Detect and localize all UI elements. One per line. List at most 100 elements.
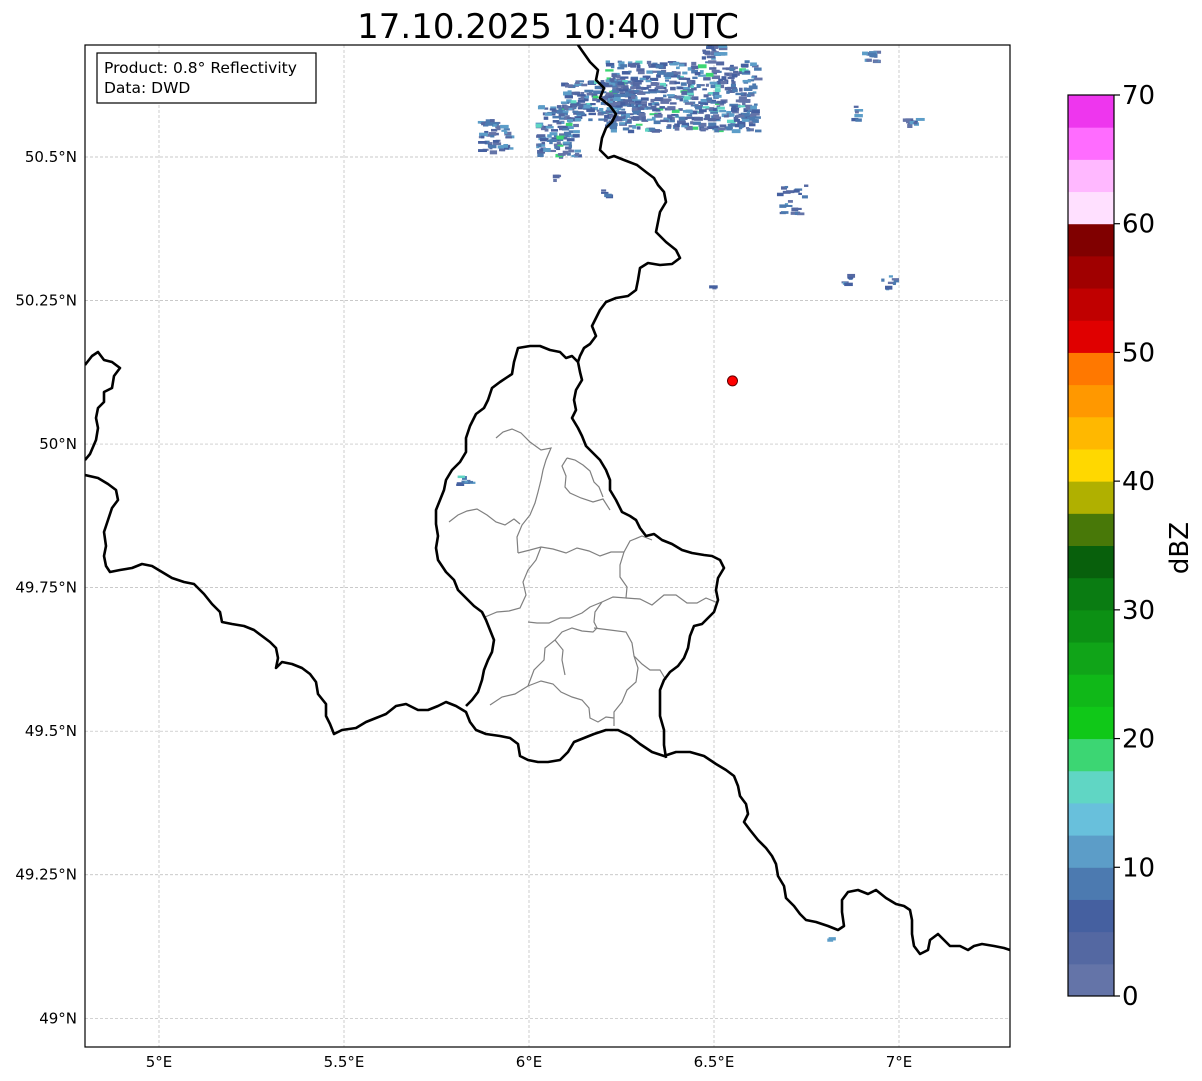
echo-pixel [621,108,626,111]
echo-pixel [796,207,802,210]
echo-pixel [608,115,614,118]
echo-pixel [710,101,718,104]
echo-pixel [660,119,669,123]
echo-pixel [640,97,649,101]
map-panel [85,45,1010,1047]
echo-pixel [653,98,663,102]
echo-pixel [664,89,668,93]
echo-pixel [677,87,684,90]
echo-pixel [692,126,699,130]
echo-pixel [731,129,741,134]
echo-pixel [710,84,716,89]
echo-pixel [479,132,488,137]
lat-tick-label: 50.25°N [15,292,77,310]
colorbar-segment [1068,577,1114,611]
echo-pixel [779,204,787,208]
echo-pixel [568,108,573,111]
echo-pixel [720,84,725,89]
echo-pixel [564,95,574,99]
echo-pixel [667,94,675,97]
echo-pixel [701,56,706,60]
echo-pixel [565,84,573,88]
echo-pixel [708,92,713,95]
colorbar-segment [1068,416,1114,450]
echo-pixel [659,106,665,109]
echo-pixel [885,285,893,290]
echo-pixel [551,139,557,143]
echo-pixel [719,52,728,56]
colorbar-tick-label: 50 [1122,338,1155,368]
echo-pixel [549,108,556,111]
echo-pixel [646,118,653,121]
echo-pixel [678,77,687,80]
echo-pixel [608,94,613,97]
echo-pixel [706,97,713,101]
echo-pixel [687,67,692,71]
lon-tick-label: 7°E [886,1053,913,1071]
echo-pixel [696,84,701,88]
echo-pixel [793,189,800,193]
echo-pixel [678,63,685,67]
radar-map-figure: 17.10.2025 10:40 UTC 5°E 5.5°E 6°E 6.5°E 7°E… [15,7,1195,1071]
echo-pixel [691,61,697,66]
echo-pixel [535,123,542,128]
echo-pixel [667,106,676,110]
echo-pixel [784,185,789,189]
echo-pixel [736,114,745,118]
colorbar-segment [1068,352,1114,386]
echo-pixel [584,89,594,93]
colorbar [1068,95,1114,997]
echo-pixel [915,117,925,121]
echo-pixel [735,92,744,96]
echo-pixel [603,118,608,122]
radar-site-marker [727,375,738,387]
echo-pixel [892,282,896,286]
echo-pixel [601,191,609,194]
echo-pixel [594,85,602,90]
colorbar-segment [1068,481,1114,514]
echo-pixel [570,100,577,104]
echo-pixel [699,70,704,74]
echo-pixel [637,107,644,110]
echo-pixel [674,126,680,131]
lat-tick-label: 49.25°N [15,866,77,884]
echo-pixel [605,111,610,114]
echo-pixel [573,123,579,128]
echo-pixel [656,74,661,78]
echo-pixel [568,144,573,148]
echo-pixel [881,278,885,282]
echo-pixel [592,95,599,99]
echo-pixel [719,124,727,128]
echo-pixel [538,151,546,154]
colorbar-segment [1068,738,1114,772]
echo-pixel [731,73,738,78]
echo-pixel [709,81,718,85]
echo-pixel [574,152,580,157]
echo-pixel [457,483,463,486]
echo-pixel [695,106,703,110]
echo-pixel [558,126,563,131]
echo-pixel [745,88,753,92]
echo-pixel [691,67,695,70]
echo-pixel [888,275,893,278]
echo-pixel [708,60,717,64]
echo-pixel [562,110,569,113]
echo-pixel [580,96,585,100]
colorbar-tick-label: 10 [1122,853,1155,883]
echo-pixel [574,118,582,122]
echo-pixel [645,80,652,83]
echo-pixel [709,285,718,289]
echo-pixel [854,114,863,118]
echo-pixel [669,102,677,105]
echo-pixel [605,69,614,72]
echo-pixel [694,71,701,76]
colorbar-tick-label: 60 [1122,210,1155,240]
echo-pixel [686,116,693,119]
echo-pixel [489,119,495,123]
echo-pixel [702,50,711,54]
echo-pixel [719,109,727,113]
echo-pixel [543,116,549,120]
echo-pixel [552,174,560,179]
echo-pixel [674,71,681,75]
colorbar-segment [1068,159,1114,193]
